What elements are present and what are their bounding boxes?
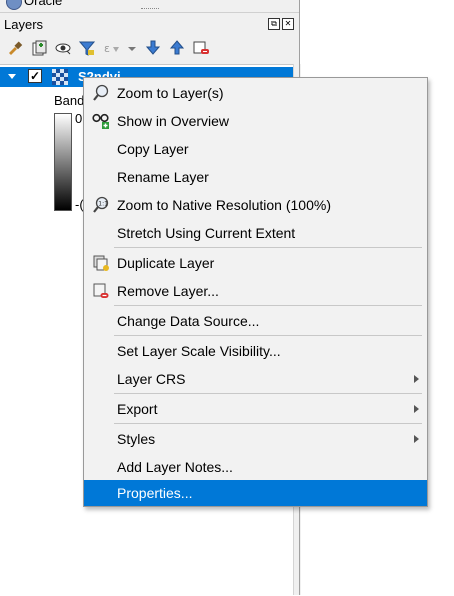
legend-color-ramp	[54, 113, 72, 211]
menu-item-stretch-current-extent[interactable]: Stretch Using Current Extent	[84, 220, 427, 246]
svg-text:1:1: 1:1	[98, 200, 108, 207]
manage-visibility-icon[interactable]	[54, 39, 72, 57]
layers-toolbar: ε	[4, 39, 294, 59]
submenu-arrow-icon	[414, 375, 419, 383]
legend-band-label: Band	[54, 93, 85, 108]
duplicate-icon	[93, 255, 109, 271]
menu-item-change-data-source[interactable]: Change Data Source...	[84, 308, 427, 334]
menu-item-zoom-to-layers[interactable]: Zoom to Layer(s)	[84, 80, 427, 106]
submenu-arrow-icon	[414, 405, 419, 413]
oracle-label[interactable]: Oracle	[24, 0, 62, 8]
close-panel-button[interactable]: ✕	[282, 18, 294, 30]
menu-item-export[interactable]: Export	[84, 396, 427, 422]
menu-item-add-layer-notes[interactable]: Add Layer Notes...	[84, 454, 427, 480]
filter-legend-icon[interactable]	[78, 39, 96, 57]
collapse-arrow-icon[interactable]	[8, 74, 16, 79]
overview-icon	[92, 113, 109, 129]
menu-item-remove-layer[interactable]: Remove Layer...	[84, 278, 427, 304]
menu-item-show-in-overview[interactable]: Show in Overview	[84, 108, 427, 134]
menu-item-rename-layer[interactable]: Rename Layer	[84, 164, 427, 190]
submenu-arrow-icon	[414, 435, 419, 443]
menu-separator	[114, 393, 422, 394]
menu-item-copy-layer[interactable]: Copy Layer	[84, 136, 427, 162]
above-panel-strip: Oracle	[0, 0, 300, 13]
menu-separator	[114, 247, 422, 248]
zoom-native-icon: 1:1	[93, 196, 109, 213]
filter-dropdown-icon[interactable]	[126, 39, 138, 57]
remove-layer-icon[interactable]	[192, 39, 210, 57]
oracle-icon	[6, 0, 22, 10]
float-panel-button[interactable]: ⧉	[268, 18, 280, 30]
layer-visibility-checkbox[interactable]: ✓	[28, 69, 42, 83]
menu-item-zoom-native-resolution[interactable]: 1:1 Zoom to Native Resolution (100%)	[84, 192, 427, 218]
menu-separator	[114, 335, 422, 336]
menu-item-duplicate-layer[interactable]: Duplicate Layer	[84, 250, 427, 276]
remove-icon	[93, 283, 109, 298]
menu-item-set-scale-visibility[interactable]: Set Layer Scale Visibility...	[84, 338, 427, 364]
panel-title: Layers	[4, 17, 44, 32]
dock-grip-handle[interactable]	[141, 8, 159, 11]
filter-expression-icon[interactable]: ε	[102, 39, 120, 57]
layer-context-menu: Zoom to Layer(s) Show in Overview Copy L…	[83, 77, 428, 507]
legend-max-value: 0	[75, 111, 83, 126]
raster-layer-icon	[52, 69, 68, 85]
svg-text:ε: ε	[104, 42, 110, 55]
expand-all-icon[interactable]	[144, 39, 162, 57]
style-panel-icon[interactable]	[6, 39, 24, 57]
zoom-layer-icon	[93, 84, 109, 101]
menu-item-styles[interactable]: Styles	[84, 426, 427, 452]
menu-separator	[114, 305, 422, 306]
add-group-icon[interactable]	[30, 39, 48, 57]
menu-item-properties[interactable]: Properties...	[84, 480, 427, 506]
menu-item-layer-crs[interactable]: Layer CRS	[84, 366, 427, 392]
menu-separator	[114, 423, 422, 424]
collapse-all-icon[interactable]	[168, 39, 186, 57]
